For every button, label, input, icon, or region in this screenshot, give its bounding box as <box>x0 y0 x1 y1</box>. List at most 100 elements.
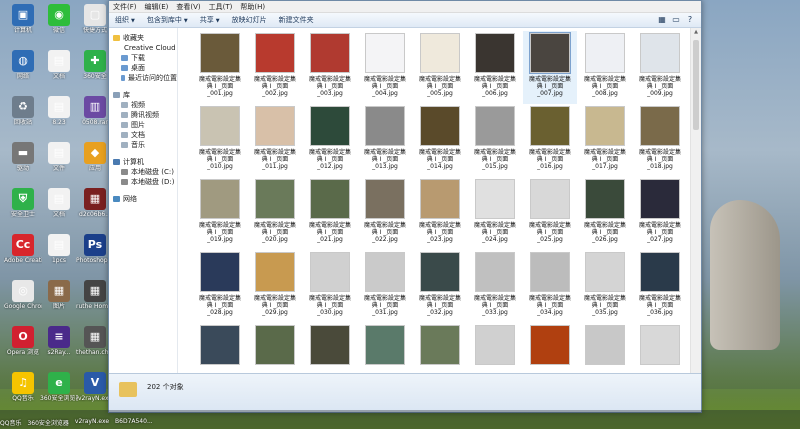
nav-favorites[interactable]: 收藏夹 <box>109 33 177 43</box>
file-thumbnail-item[interactable]: 魔戒電影設定集典 I _页面 _017.jpg <box>578 104 632 177</box>
file-thumbnail-item[interactable]: 魔戒電影設定集典 I _页面 _035.jpg <box>578 250 632 323</box>
file-thumbnail-item[interactable]: 魔戒電影設定集典 I _页面 _009.jpg <box>633 31 684 104</box>
file-thumbnail-item[interactable]: 魔戒電影設定集典 I _页面 _015.jpg <box>468 104 522 177</box>
desktop-icon[interactable]: ▣ 计算机 <box>4 2 42 42</box>
desktop-icon[interactable]: ▤ 文档 <box>40 186 78 226</box>
toolbar-button[interactable]: 组织 ▼ <box>115 15 135 25</box>
desktop-icon[interactable]: e 360安全浏览器 <box>40 370 78 410</box>
nav-item[interactable]: 文档 <box>109 130 177 140</box>
taskbar-label[interactable]: B6D7A540... <box>115 418 153 427</box>
file-thumbnail-item[interactable] <box>523 323 577 374</box>
nav-item[interactable]: 视频 <box>109 100 177 110</box>
nav-item[interactable]: 本地磁盘 (D:) <box>109 177 177 187</box>
file-thumbnail-item[interactable]: 魔戒電影設定集典 I _页面 _005.jpg <box>413 31 467 104</box>
toolbar-button[interactable]: 新建文件夹 <box>279 15 314 25</box>
nav-item[interactable]: 腾讯视频 <box>109 110 177 120</box>
nav-item[interactable]: 下载 <box>109 53 177 63</box>
menu-item[interactable]: 帮助(H) <box>240 2 265 12</box>
file-thumbnail-item[interactable]: 魔戒電影設定集典 I _页面 _021.jpg <box>303 177 357 250</box>
toolbar-button[interactable]: 包含到库中 ▼ <box>147 15 188 25</box>
toolbar-button[interactable]: 放映幻灯片 <box>232 15 267 25</box>
nav-item[interactable]: 桌面 <box>109 63 177 73</box>
file-thumbnail-item[interactable]: 魔戒電影設定集典 I _页面 _004.jpg <box>358 31 412 104</box>
file-thumbnail-item[interactable]: 魔戒電影設定集典 I _页面 _003.jpg <box>303 31 357 104</box>
file-thumbnail-item[interactable]: 魔戒電影設定集典 I _页面 _027.jpg <box>633 177 684 250</box>
desktop-icon[interactable]: ▬ 驱动 <box>4 140 42 180</box>
file-thumbnail-item[interactable]: 魔戒電影設定集典 I _页面 _008.jpg <box>578 31 632 104</box>
menu-item[interactable]: 编辑(E) <box>145 2 169 12</box>
file-thumbnail-item[interactable]: 魔戒電影設定集典 I _页面 _022.jpg <box>358 177 412 250</box>
nav-item[interactable]: 本地磁盘 (C:) <box>109 167 177 177</box>
nav-network[interactable]: 网络 <box>109 194 177 204</box>
nav-item[interactable]: 最近访问的位置 <box>109 73 177 83</box>
file-thumbnail-item[interactable] <box>248 323 302 374</box>
file-thumbnail-item[interactable]: 魔戒電影設定集典 I _页面 _036.jpg <box>633 250 684 323</box>
file-thumbnail-item[interactable]: 魔戒電影設定集典 I _页面 _014.jpg <box>413 104 467 177</box>
preview-pane-icon[interactable]: ▭ <box>671 15 681 24</box>
file-thumbnail-item[interactable]: 魔戒電影設定集典 I _页面 _016.jpg <box>523 104 577 177</box>
desktop-icon[interactable]: ◉ 微信 <box>40 2 78 42</box>
desktop-icon[interactable]: ♫ QQ音乐 <box>4 370 42 410</box>
vertical-scrollbar[interactable]: ▲ <box>690 28 701 374</box>
menu-item[interactable]: 查看(V) <box>176 2 200 12</box>
file-thumbnail-item[interactable]: 魔戒電影設定集典 I _页面 _011.jpg <box>248 104 302 177</box>
desktop-icon[interactable]: ♻ 回收站 <box>4 94 42 134</box>
desktop-icon[interactable]: ▤ 1pcs <box>40 232 78 272</box>
desktop-icon[interactable]: ▤ 8.23 <box>40 94 78 134</box>
image-thumbnail <box>255 252 295 292</box>
file-thumbnail-item[interactable]: 魔戒電影設定集典 I _页面 _006.jpg <box>468 31 522 104</box>
file-thumbnail-item[interactable]: 魔戒電影設定集典 I _页面 _001.jpg <box>193 31 247 104</box>
desktop-icon[interactable]: ▦ 图片 <box>40 278 78 318</box>
nav-item[interactable]: 图片 <box>109 120 177 130</box>
file-thumbnail-item[interactable]: 魔戒電影設定集典 I _页面 _032.jpg <box>413 250 467 323</box>
taskbar-label[interactable]: 360安全浏览器 <box>27 418 68 427</box>
menu-item[interactable]: 文件(F) <box>113 2 137 12</box>
desktop-icon[interactable]: ◎Google Chrome <box>4 278 42 318</box>
nav-libraries[interactable]: 库 <box>109 90 177 100</box>
file-thumbnail-item[interactable]: 魔戒電影設定集典 I _页面 _013.jpg <box>358 104 412 177</box>
nav-computer[interactable]: 计算机 <box>109 157 177 167</box>
help-icon[interactable]: ? <box>685 15 695 24</box>
menu-item[interactable]: 工具(T) <box>209 2 233 12</box>
scrollbar-thumb[interactable] <box>693 40 699 130</box>
taskbar-label[interactable]: QQ音乐 <box>0 418 21 427</box>
file-thumbnail-item[interactable] <box>358 323 412 374</box>
file-thumbnail-item[interactable] <box>413 323 467 374</box>
desktop-icon[interactable]: ▤ 文件 <box>40 140 78 180</box>
file-thumbnail-item[interactable] <box>633 323 684 374</box>
file-thumbnail-item[interactable] <box>468 323 522 374</box>
file-thumbnail-item[interactable]: 魔戒電影設定集典 I _页面 _007.jpg <box>523 31 577 104</box>
file-thumbnail-item[interactable]: 魔戒電影設定集典 I _页面 _023.jpg <box>413 177 467 250</box>
nav-item[interactable]: 音乐 <box>109 140 177 150</box>
file-thumbnail-item[interactable]: 魔戒電影設定集典 I _页面 _030.jpg <box>303 250 357 323</box>
desktop-icon[interactable]: ⛨ 安全卫士 <box>4 186 42 226</box>
file-thumbnail-item[interactable]: 魔戒電影設定集典 I _页面 _025.jpg <box>523 177 577 250</box>
desktop-icon[interactable]: ▤ 文档 <box>40 48 78 88</box>
file-thumbnail-item[interactable]: 魔戒電影設定集典 I _页面 _026.jpg <box>578 177 632 250</box>
file-thumbnail-item[interactable]: 魔戒電影設定集典 I _页面 _029.jpg <box>248 250 302 323</box>
toolbar-button[interactable]: 共享 ▼ <box>200 15 220 25</box>
desktop-icon[interactable]: CcAdobe Creati... <box>4 232 42 272</box>
file-thumbnail-item[interactable]: 魔戒電影設定集典 I _页面 _024.jpg <box>468 177 522 250</box>
file-name: 魔戒電影設定集典 I _页面 _008.jpg <box>578 76 632 97</box>
desktop-icon[interactable]: O Opera 浏览 <box>4 324 42 364</box>
taskbar-label[interactable]: v2rayN.exe <box>75 418 109 427</box>
file-thumbnail-item[interactable] <box>578 323 632 374</box>
nav-item[interactable]: Creative Cloud File <box>109 43 177 53</box>
file-thumbnail-item[interactable]: 魔戒電影設定集典 I _页面 _033.jpg <box>468 250 522 323</box>
file-thumbnail-item[interactable]: 魔戒電影設定集典 I _页面 _002.jpg <box>248 31 302 104</box>
desktop-icon[interactable]: ◍ 网络 <box>4 48 42 88</box>
file-thumbnail-item[interactable] <box>193 323 247 374</box>
file-thumbnail-item[interactable]: 魔戒電影設定集典 I _页面 _034.jpg <box>523 250 577 323</box>
file-thumbnail-item[interactable]: 魔戒電影設定集典 I _页面 _020.jpg <box>248 177 302 250</box>
view-options-icon[interactable]: ▦ <box>657 15 667 24</box>
file-thumbnail-item[interactable]: 魔戒電影設定集典 I _页面 _028.jpg <box>193 250 247 323</box>
file-thumbnail-item[interactable]: 魔戒電影設定集典 I _页面 _019.jpg <box>193 177 247 250</box>
file-thumbnail-item[interactable]: 魔戒電影設定集典 I _页面 _010.jpg <box>193 104 247 177</box>
file-thumbnail-item[interactable]: 魔戒電影設定集典 I _页面 _012.jpg <box>303 104 357 177</box>
desktop-icon[interactable]: ≡ s2Ray... <box>40 324 78 364</box>
file-thumbnail-item[interactable] <box>303 323 357 374</box>
file-thumbnail-item[interactable]: 魔戒電影設定集典 I _页面 _018.jpg <box>633 104 684 177</box>
file-thumbnail-item[interactable]: 魔戒電影設定集典 I _页面 _031.jpg <box>358 250 412 323</box>
scroll-up-icon[interactable]: ▲ <box>691 28 701 37</box>
